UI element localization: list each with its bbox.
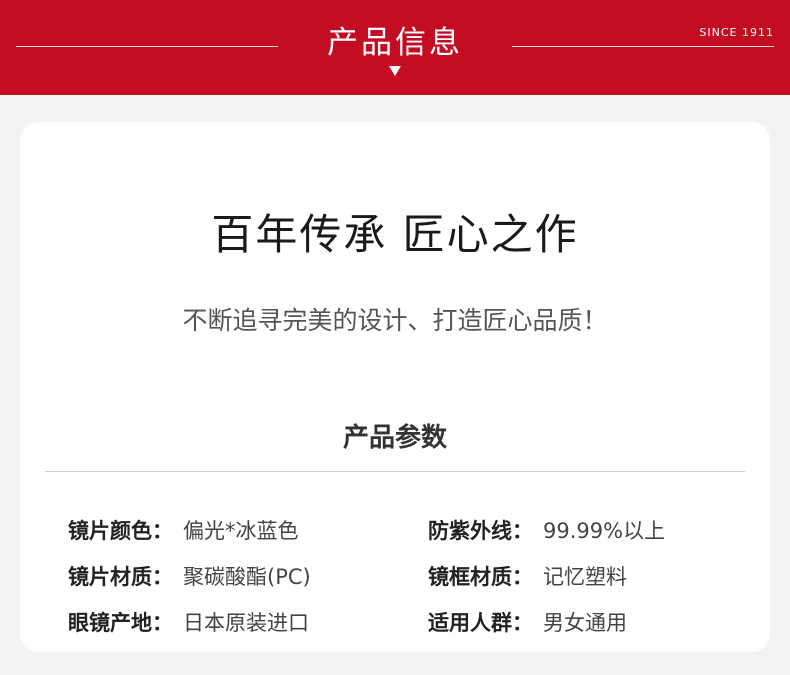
spec-label: 适用人群： xyxy=(428,611,533,635)
spec-label: 防紫外线： xyxy=(428,519,533,543)
headline: 百年传承 匠心之作 xyxy=(211,210,579,259)
spec-label: 镜片颜色： xyxy=(68,519,173,543)
spec-value: 日本原装进口 xyxy=(183,611,309,635)
product-info-card: 百年传承 匠心之作 不断追寻完美的设计、打造匠心品质！ 产品参数 镜片颜色： 偏光… xyxy=(20,122,770,652)
section-title: 产品信息 xyxy=(327,25,463,61)
down-triangle-icon xyxy=(389,66,401,76)
spec-item: 适用人群： 男女通用 xyxy=(428,608,627,638)
spec-item: 镜片颜色： 偏光*冰蓝色 xyxy=(68,516,299,546)
header-banner: 产品信息 SINCE 1911 xyxy=(0,0,790,95)
spec-value: 偏光*冰蓝色 xyxy=(183,519,299,543)
spec-value: 聚碳酸酯(PC) xyxy=(183,565,311,589)
spec-item: 镜片材质： 聚碳酸酯(PC) xyxy=(68,562,311,592)
since-label: SINCE 1911 xyxy=(699,26,774,39)
banner-right-divider xyxy=(512,46,774,47)
spec-item: 眼镜产地： 日本原装进口 xyxy=(68,608,309,638)
spec-value: 男女通用 xyxy=(543,611,627,635)
params-divider xyxy=(45,471,745,472)
spec-value: 记忆塑料 xyxy=(543,565,627,589)
spec-item: 防紫外线： 99.99%以上 xyxy=(428,516,665,546)
spec-label: 镜框材质： xyxy=(428,565,533,589)
spec-value: 99.99%以上 xyxy=(543,519,666,543)
subheadline: 不断追寻完美的设计、打造匠心品质！ xyxy=(182,306,608,335)
spec-label: 眼镜产地： xyxy=(68,611,173,635)
params-title: 产品参数 xyxy=(342,423,447,453)
spec-label: 镜片材质： xyxy=(68,565,173,589)
spec-item: 镜框材质： 记忆塑料 xyxy=(428,562,627,592)
